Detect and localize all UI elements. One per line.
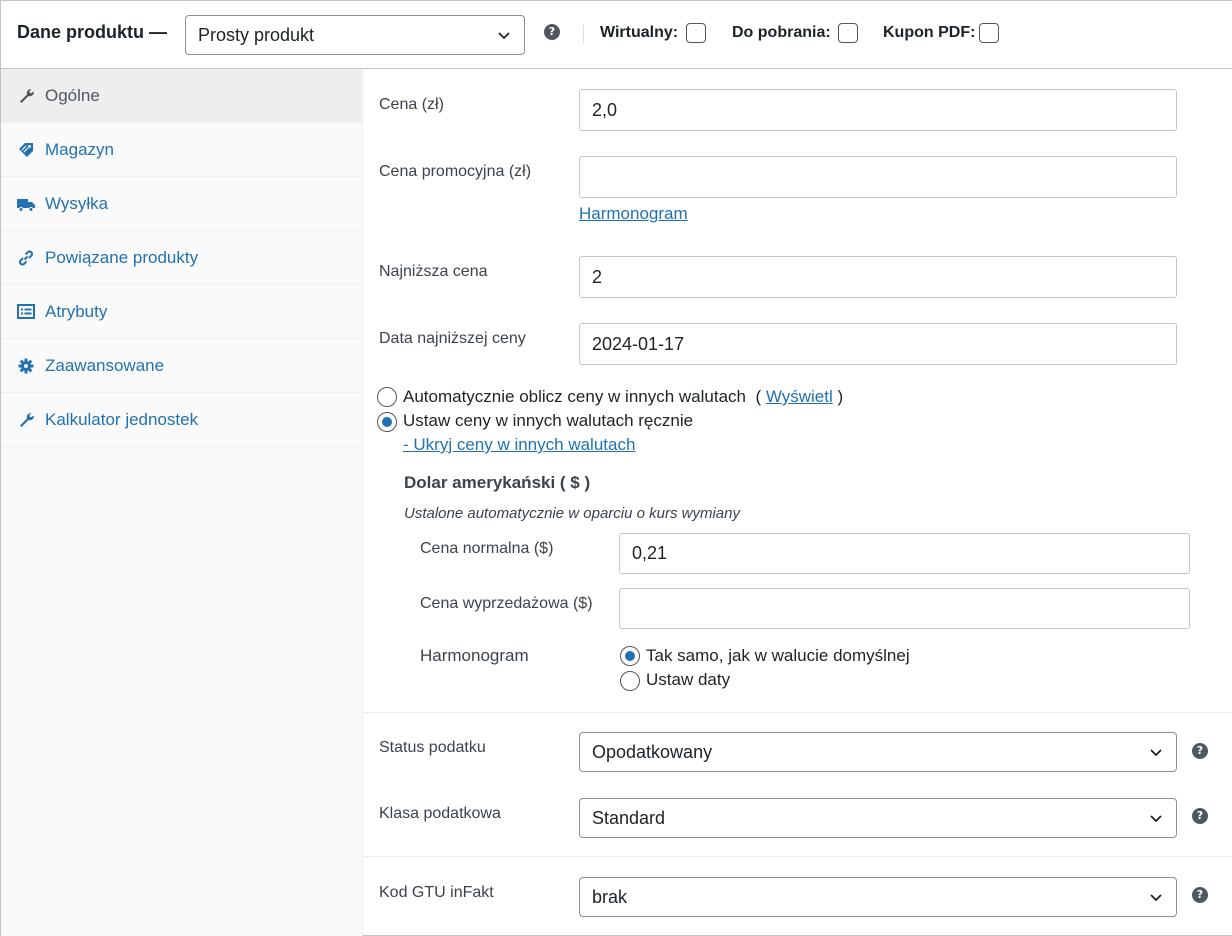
hide-prices-link[interactable]: - Ukryj ceny w innych walutach bbox=[403, 435, 635, 455]
header-divider bbox=[583, 25, 584, 43]
lowest-price-label: Najniższa cena bbox=[379, 263, 488, 280]
section-divider bbox=[363, 856, 1232, 857]
virtual-checkbox[interactable] bbox=[686, 23, 706, 43]
tab-unit-calculator[interactable]: Kalkulator jednostek bbox=[1, 393, 362, 447]
gtu-select[interactable]: brak bbox=[579, 877, 1177, 917]
tab-label: Atrybuty bbox=[45, 302, 108, 321]
tax-status-select[interactable]: Opodatkowany bbox=[579, 732, 1177, 772]
list-icon bbox=[17, 304, 35, 319]
manual-currency-label: Ustaw ceny w innych walutach ręcznie bbox=[403, 411, 694, 430]
price-input[interactable]: 2,0 bbox=[579, 89, 1177, 131]
chevron-down-icon bbox=[1150, 815, 1162, 823]
tab-advanced[interactable]: Zaawansowane bbox=[1, 339, 362, 393]
general-options-panel: Cena (zł) 2,0 Cena promocyjna (zł) Harmo… bbox=[363, 69, 1232, 936]
wrench-icon bbox=[20, 413, 34, 427]
tax-status-value: Opodatkowany bbox=[592, 741, 713, 762]
sale-price-input[interactable] bbox=[579, 156, 1177, 198]
chevron-down-icon bbox=[498, 32, 510, 40]
product-type-value: Prosty produkt bbox=[198, 24, 315, 45]
pdf-coupon-checkbox[interactable] bbox=[979, 23, 999, 43]
manual-currency-radio[interactable] bbox=[377, 412, 397, 432]
usd-regular-label: Cena normalna ($) bbox=[420, 540, 554, 557]
tab-inventory[interactable]: Magazyn bbox=[1, 123, 362, 177]
schedule-same-radio[interactable] bbox=[620, 646, 640, 666]
usd-regular-value: 0,21 bbox=[632, 543, 668, 563]
help-icon[interactable]: ? bbox=[1192, 743, 1208, 759]
price-label: Cena (zł) bbox=[379, 96, 444, 113]
show-auto-link[interactable]: Wyświetl bbox=[766, 387, 833, 406]
tax-class-label: Klasa podatkowa bbox=[379, 805, 501, 822]
tab-label: Magazyn bbox=[45, 140, 114, 159]
downloadable-label: Do pobrania: bbox=[732, 24, 831, 41]
chevron-down-icon bbox=[1150, 749, 1162, 757]
auto-currency-radio[interactable] bbox=[377, 387, 397, 407]
schedule-link[interactable]: Harmonogram bbox=[579, 204, 688, 224]
tax-class-value: Standard bbox=[592, 807, 666, 828]
auto-currency-text: Automatycznie oblicz ceny w innych walut… bbox=[403, 387, 746, 406]
product-data-tabs: Ogólne Magazyn Wysyłka Powiązane produkt… bbox=[1, 69, 363, 936]
tab-shipping[interactable]: Wysyłka bbox=[1, 177, 362, 231]
tab-attributes[interactable]: Atrybuty bbox=[1, 285, 362, 339]
link-icon bbox=[19, 250, 33, 266]
tab-label: Zaawansowane bbox=[45, 356, 165, 375]
panel-title: Dane produktu — bbox=[17, 22, 168, 42]
gtu-label: Kod GTU inFakt bbox=[379, 884, 494, 901]
schedule-set-radio[interactable] bbox=[620, 671, 640, 691]
pdf-coupon-label: Kupon PDF: bbox=[883, 24, 976, 41]
gear-icon bbox=[18, 358, 34, 374]
tab-label: Wysyłka bbox=[45, 194, 109, 213]
paren-open: ( bbox=[755, 387, 762, 406]
tax-class-select[interactable]: Standard bbox=[579, 798, 1177, 838]
paren-close: ) bbox=[837, 387, 844, 406]
usd-section-title: Dolar amerykański ( $ ) bbox=[404, 473, 591, 492]
gtu-value: brak bbox=[592, 886, 628, 907]
downloadable-checkbox[interactable] bbox=[838, 23, 858, 43]
usd-sale-label: Cena wyprzedażowa ($) bbox=[420, 595, 593, 612]
usd-auto-note: Ustalone automatycznie w oparciu o kurs … bbox=[404, 505, 740, 522]
product-data-panel: Dane produktu — Prosty produkt ? Wirtual… bbox=[0, 0, 1232, 936]
tax-status-label: Status podatku bbox=[379, 739, 486, 756]
schedule-same-label: Tak samo, jak w walucie domyślnej bbox=[646, 646, 910, 665]
product-type-select[interactable]: Prosty produkt bbox=[185, 15, 525, 55]
lowest-date-input[interactable]: 2024-01-17 bbox=[579, 323, 1177, 365]
usd-schedule-label: Harmonogram bbox=[420, 646, 529, 665]
chevron-down-icon bbox=[1150, 894, 1162, 902]
tag-icon bbox=[19, 143, 33, 157]
usd-regular-input[interactable]: 0,21 bbox=[619, 533, 1190, 574]
tab-label: Kalkulator jednostek bbox=[45, 410, 199, 429]
tab-linked-products[interactable]: Powiązane produkty bbox=[1, 231, 362, 285]
tab-label: Powiązane produkty bbox=[45, 248, 199, 267]
help-icon[interactable]: ? bbox=[544, 24, 560, 40]
lowest-price-input[interactable]: 2 bbox=[579, 256, 1177, 298]
section-divider bbox=[363, 712, 1232, 713]
sale-price-label: Cena promocyjna (zł) bbox=[379, 163, 532, 180]
wrench-icon bbox=[20, 89, 34, 103]
tab-general[interactable]: Ogólne bbox=[1, 69, 362, 123]
product-data-header: Dane produktu — Prosty produkt ? Wirtual… bbox=[1, 1, 1232, 69]
price-value: 2,0 bbox=[592, 99, 618, 120]
virtual-label: Wirtualny: bbox=[600, 24, 679, 41]
lowest-date-value: 2024-01-17 bbox=[592, 333, 685, 354]
schedule-set-label: Ustaw daty bbox=[646, 670, 731, 689]
lowest-date-label: Data najniższej ceny bbox=[379, 330, 526, 347]
truck-icon bbox=[17, 199, 35, 212]
help-icon[interactable]: ? bbox=[1192, 808, 1208, 824]
usd-sale-input[interactable] bbox=[619, 588, 1190, 629]
help-icon[interactable]: ? bbox=[1192, 887, 1208, 903]
auto-currency-label: Automatycznie oblicz ceny w innych walut… bbox=[403, 387, 843, 407]
tab-label: Ogólne bbox=[45, 86, 100, 105]
lowest-price-value: 2 bbox=[592, 266, 603, 287]
